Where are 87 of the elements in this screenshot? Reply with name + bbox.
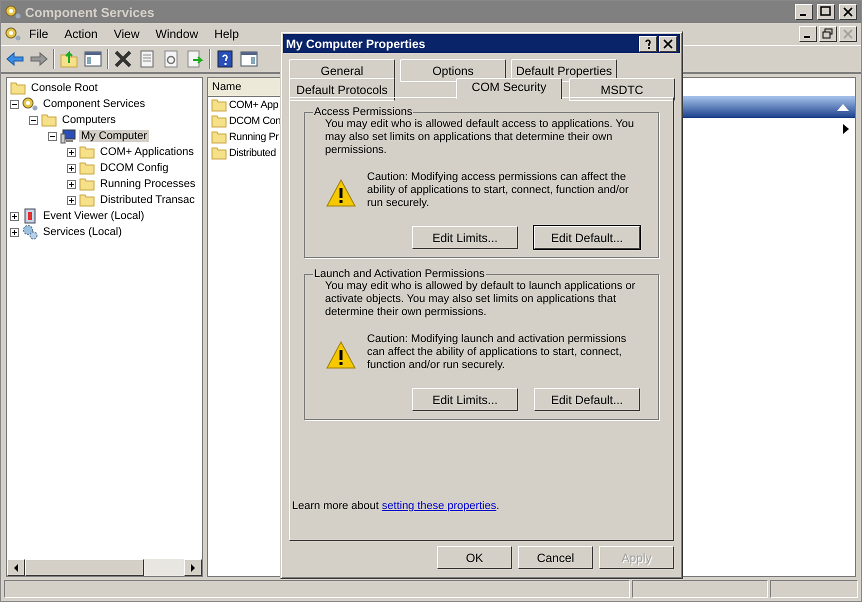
forward-arrow-icon[interactable] — [29, 49, 49, 69]
close-button[interactable] — [659, 36, 677, 52]
tree-pane-icon[interactable] — [83, 49, 103, 69]
help-link[interactable]: setting these properties — [382, 500, 496, 512]
dialog-button[interactable]: Cancel — [518, 546, 593, 569]
folder-icon — [211, 113, 227, 129]
tree-item[interactable]: DCOM Config — [98, 162, 170, 174]
list-item[interactable]: COM+ App — [229, 99, 278, 111]
tree-item[interactable]: Event Viewer (Local) — [41, 210, 146, 222]
help-icon[interactable] — [215, 49, 235, 69]
list-item[interactable]: Distributed — [229, 147, 276, 159]
menu-item[interactable]: File — [21, 25, 56, 43]
gears-icon — [22, 224, 38, 240]
minimize-button[interactable] — [795, 4, 813, 20]
folder-icon — [41, 112, 57, 128]
menu-item[interactable]: Help — [206, 25, 247, 43]
close-button[interactable] — [839, 26, 857, 42]
tree-item[interactable]: Running Processes — [98, 178, 198, 190]
submenu-arrow-icon[interactable] — [843, 124, 849, 134]
tree-item[interactable]: Services (Local) — [41, 226, 124, 238]
gear-icon — [5, 26, 21, 42]
gear-icon — [5, 4, 21, 20]
folder-icon — [211, 145, 227, 161]
collapse-toggle[interactable] — [29, 116, 38, 124]
expand-toggle[interactable] — [10, 228, 19, 236]
maximize-button[interactable] — [817, 4, 835, 20]
export-icon[interactable] — [185, 49, 205, 69]
tab[interactable]: MSDTC — [569, 78, 675, 101]
menu-item[interactable]: Window — [148, 25, 206, 43]
scrollbar-thumb[interactable] — [25, 559, 144, 576]
warning-icon — [325, 339, 357, 371]
expand-toggle[interactable] — [67, 164, 76, 172]
caution-text: Caution: Modifying launch and activation permissions can affect the ability of applications to start, connect, function and/or run securely. — [367, 333, 628, 372]
close-button[interactable] — [839, 4, 857, 20]
expand-toggle[interactable] — [67, 196, 76, 204]
edit-button[interactable]: Edit Default... — [534, 226, 640, 249]
column-header[interactable]: Name — [212, 81, 242, 93]
computer-icon — [60, 128, 76, 144]
group-title: Launch and Activation Permissions — [313, 268, 486, 280]
window-title: Component Services — [25, 4, 156, 20]
tree-item[interactable]: COM+ Applications — [98, 146, 196, 158]
dialog-button[interactable]: OK — [437, 546, 512, 569]
delete-icon[interactable] — [113, 49, 133, 69]
right-arrow-icon — [190, 564, 196, 572]
description-text: You may edit who is allowed default access to applications. You may also set limits on applications that determine their own permissions. — [325, 118, 636, 157]
tab[interactable]: COM Security — [456, 78, 562, 99]
collapse-toggle[interactable] — [48, 132, 57, 140]
expand-toggle[interactable] — [10, 212, 19, 220]
warning-icon — [325, 177, 357, 209]
edit-button[interactable]: Edit Default... — [534, 388, 640, 411]
description-text: You may edit who is allowed by default to launch applications or activate objects. You may also set limits on applications that determine their own permissions. — [325, 280, 636, 319]
tab[interactable]: Options — [400, 59, 506, 82]
left-arrow-icon — [13, 564, 19, 572]
list-item[interactable]: Running Pr — [229, 131, 279, 143]
log-book-icon — [22, 208, 38, 224]
action-pane-icon[interactable] — [239, 49, 259, 69]
group-title: Access Permissions — [313, 106, 414, 118]
tree-item[interactable]: Console Root — [29, 82, 100, 94]
caution-text: Caution: Modifying access permissions can affect the ability of applications to start, connect, function and/or run securely. — [367, 171, 630, 210]
edit-button[interactable]: Edit Limits... — [412, 226, 518, 249]
dialog-title: My Computer Properties — [286, 36, 426, 50]
expand-toggle[interactable] — [67, 148, 76, 156]
collapse-toggle[interactable] — [10, 100, 19, 108]
scroll-left-button[interactable] — [7, 559, 25, 576]
gear-icon — [22, 96, 38, 112]
tree-item[interactable]: My Computer — [79, 130, 150, 142]
restore-button[interactable] — [819, 26, 837, 42]
edit-button[interactable]: Edit Limits... — [412, 388, 518, 411]
collapse-arrow-icon[interactable] — [837, 104, 849, 110]
tree-item[interactable]: Computers — [60, 114, 118, 126]
folder-icon — [10, 80, 26, 96]
folder-icon — [79, 176, 95, 192]
expand-toggle[interactable] — [67, 180, 76, 188]
folder-icon — [79, 192, 95, 208]
menu-item[interactable]: View — [106, 25, 148, 43]
tree-item[interactable]: Distributed Transac — [98, 194, 197, 206]
back-arrow-icon[interactable] — [5, 49, 25, 69]
tree-item[interactable]: Component Services — [41, 98, 148, 110]
tab[interactable]: Default Protocols — [289, 78, 395, 101]
help-button[interactable] — [639, 36, 657, 52]
minimize-button[interactable] — [799, 26, 817, 42]
menu-item[interactable]: Action — [56, 25, 106, 43]
learn-more-text: Learn more about setting these properties. — [292, 500, 500, 512]
folder-icon — [79, 160, 95, 176]
folder-icon — [211, 129, 227, 145]
scroll-right-button[interactable] — [184, 559, 202, 576]
folder-icon — [79, 144, 95, 160]
